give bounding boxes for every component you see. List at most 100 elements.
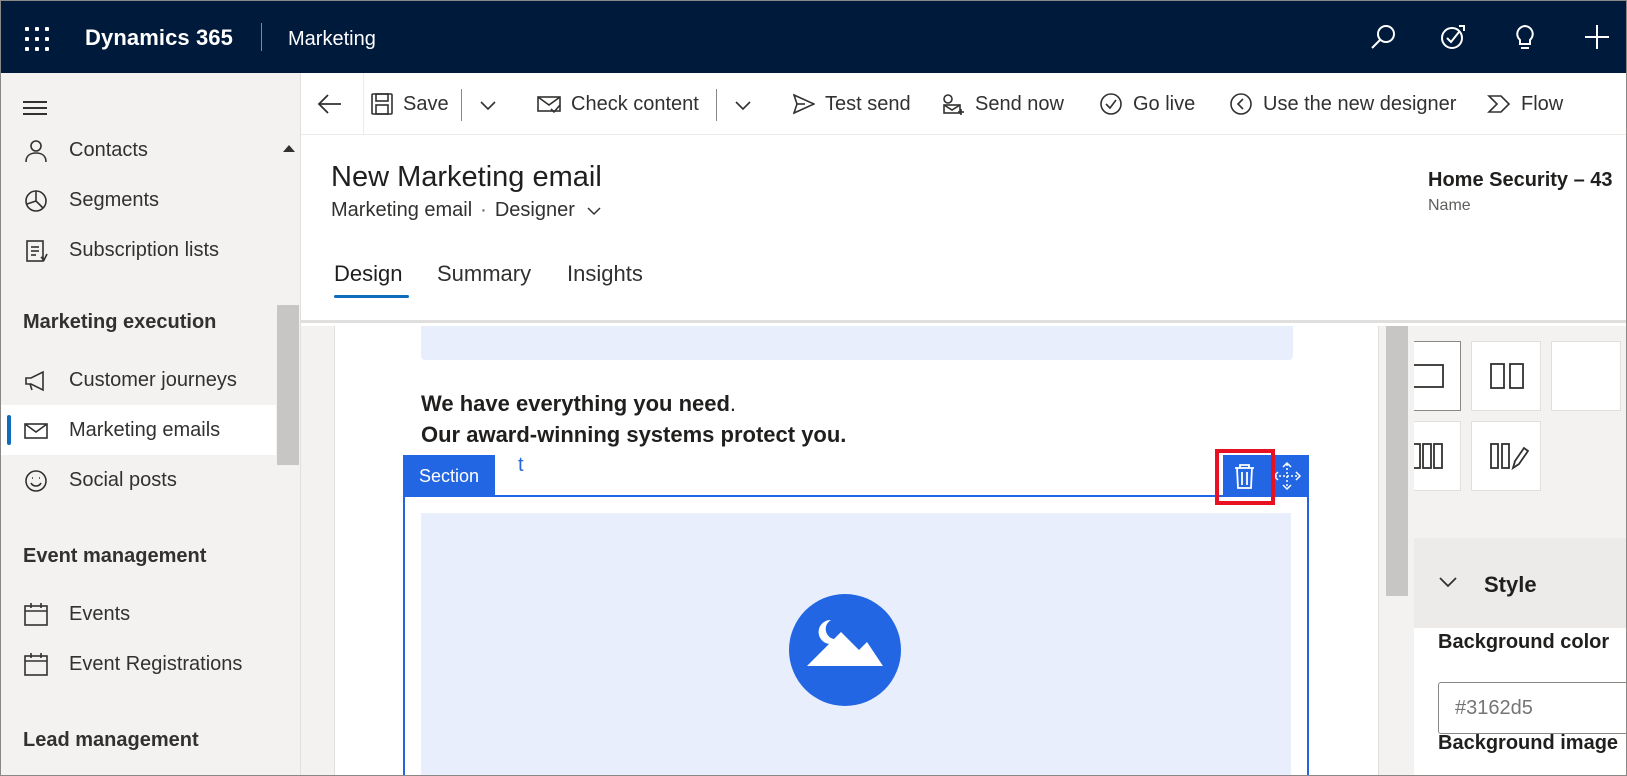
calendar-icon	[24, 603, 48, 626]
tab-design[interactable]: Design	[334, 261, 402, 287]
layout-three-columns-alt[interactable]	[1551, 341, 1621, 411]
image-placeholder[interactable]	[421, 513, 1291, 775]
header-name-label: Name	[1428, 197, 1471, 214]
sidebar-item-events[interactable]: Events	[1, 589, 276, 639]
app-launcher-icon[interactable]	[25, 27, 49, 51]
send-now-button[interactable]: Send now	[941, 90, 1064, 118]
designer-canvas: We have everything you need. Our award-w…	[301, 326, 1414, 775]
email-body: We have everything you need. Our award-w…	[334, 326, 1379, 775]
layout-three-columns[interactable]	[1414, 421, 1461, 491]
chevron-down-icon[interactable]	[478, 95, 498, 115]
background-color-input[interactable]	[1438, 682, 1626, 734]
sidebar-item-label: Events	[69, 603, 131, 625]
form-name: Designer	[494, 199, 575, 221]
section-marketing-execution: Marketing execution	[23, 311, 217, 333]
background-image-label: Background image	[1438, 732, 1619, 754]
flow-icon	[1487, 95, 1511, 113]
top-bar: Dynamics 365 Marketing	[1, 1, 1626, 73]
sidebar-item-label: Segments	[69, 189, 160, 211]
calendar-icon	[24, 653, 48, 676]
image-icon	[789, 594, 901, 706]
check-content-label: Check content	[571, 92, 699, 115]
ghost-text: t	[518, 454, 524, 476]
headline-line-1-end: .	[729, 391, 737, 416]
caret-up-icon[interactable]	[283, 145, 295, 152]
hamburger-icon[interactable]	[23, 101, 47, 115]
three-columns-icon	[1414, 443, 1443, 469]
chevron-circle-icon	[1230, 93, 1252, 115]
save-button[interactable]: Save	[371, 90, 449, 118]
send-now-icon	[943, 94, 964, 115]
assistant-icon[interactable]	[1439, 23, 1467, 51]
layout-two-columns[interactable]	[1471, 341, 1541, 411]
command-divider	[461, 89, 462, 121]
use-new-designer-button[interactable]: Use the new designer	[1229, 90, 1456, 118]
sidebar-item-label: Subscription lists	[69, 239, 220, 261]
sidebar-item-label: Event Registrations	[69, 653, 243, 675]
headline-line-1: We have everything you need	[421, 391, 730, 416]
section-tag[interactable]: Section	[403, 455, 496, 497]
one-column-icon	[1414, 364, 1444, 388]
section-event-management: Event management	[23, 545, 207, 567]
command-divider	[716, 89, 717, 121]
text-block[interactable]: We have everything you need. Our award-w…	[421, 388, 846, 450]
send-icon	[793, 93, 815, 115]
record-subtitle: Marketing email · Designer	[331, 199, 602, 222]
go-live-label: Go live	[1133, 92, 1196, 115]
chevron-down-icon	[587, 207, 601, 215]
active-tab-indicator	[334, 295, 409, 298]
top-divider	[261, 23, 262, 51]
flow-button[interactable]: Flow	[1487, 90, 1563, 118]
placeholder-block[interactable]	[421, 326, 1293, 360]
test-send-label: Test send	[825, 92, 911, 115]
lightbulb-icon[interactable]	[1511, 23, 1539, 51]
headline-line-2: Our award-winning systems protect you.	[421, 422, 847, 447]
delete-button-highlight	[1215, 449, 1275, 505]
plus-icon[interactable]	[1583, 23, 1611, 51]
sidebar-item-label: Customer journeys	[69, 369, 237, 391]
tab-summary[interactable]: Summary	[437, 261, 531, 287]
style-section-header[interactable]: Style	[1414, 538, 1626, 628]
sitemap-sidebar: Contacts Segments Subscription lists Mar…	[1, 73, 301, 775]
two-columns-icon	[1490, 363, 1524, 389]
check-content-button[interactable]: Check content	[537, 90, 699, 118]
tab-insights[interactable]: Insights	[567, 261, 643, 287]
check-circle-icon	[1100, 93, 1122, 115]
back-arrow-icon[interactable]	[317, 91, 343, 117]
sidebar-item-label: Marketing emails	[69, 419, 221, 441]
check-mail-icon	[537, 96, 561, 114]
emoji-icon	[25, 470, 47, 492]
app-window: Dynamics 365 Marketing Contacts Segments	[0, 0, 1627, 776]
search-icon[interactable]	[1369, 23, 1397, 51]
command-divider	[363, 73, 364, 135]
chevron-down-icon[interactable]	[733, 95, 753, 115]
sidebar-scrollbar[interactable]	[277, 305, 299, 465]
command-bar: Save Check content Test send Send now Go…	[301, 73, 1626, 135]
sidebar-item-event-registrations[interactable]: Event Registrations	[1, 639, 276, 689]
save-icon	[371, 93, 393, 115]
entity-name: Marketing email	[331, 199, 473, 221]
sidebar-item-segments[interactable]: Segments	[1, 175, 276, 225]
section-lead-management: Lead management	[23, 729, 199, 751]
mountain-moon-icon	[807, 619, 883, 666]
canvas-scrollbar[interactable]	[1386, 326, 1408, 596]
page-title: New Marketing email	[331, 161, 602, 193]
person-icon	[25, 140, 47, 163]
sidebar-item-subscription-lists[interactable]: Subscription lists	[1, 225, 276, 275]
sidebar-item-marketing-emails[interactable]: Marketing emails	[1, 405, 276, 455]
sidebar-item-social-posts[interactable]: Social posts	[1, 455, 276, 505]
properties-pane: Style Background color Background image	[1414, 326, 1626, 775]
sidebar-item-contacts[interactable]: Contacts	[1, 125, 276, 175]
send-now-label: Send now	[975, 92, 1064, 115]
form-selector[interactable]: Designer	[495, 199, 603, 221]
test-send-button[interactable]: Test send	[793, 90, 911, 118]
go-live-button[interactable]: Go live	[1099, 90, 1195, 118]
brand-name[interactable]: Dynamics 365	[85, 25, 233, 51]
layout-custom[interactable]	[1471, 421, 1541, 491]
sidebar-item-label: Social posts	[69, 469, 177, 491]
use-new-designer-label: Use the new designer	[1263, 92, 1457, 115]
app-name[interactable]: Marketing	[288, 28, 376, 51]
sidebar-item-customer-journeys[interactable]: Customer journeys	[1, 355, 276, 405]
layout-one-column[interactable]	[1414, 341, 1461, 411]
background-color-label: Background color	[1438, 631, 1610, 653]
